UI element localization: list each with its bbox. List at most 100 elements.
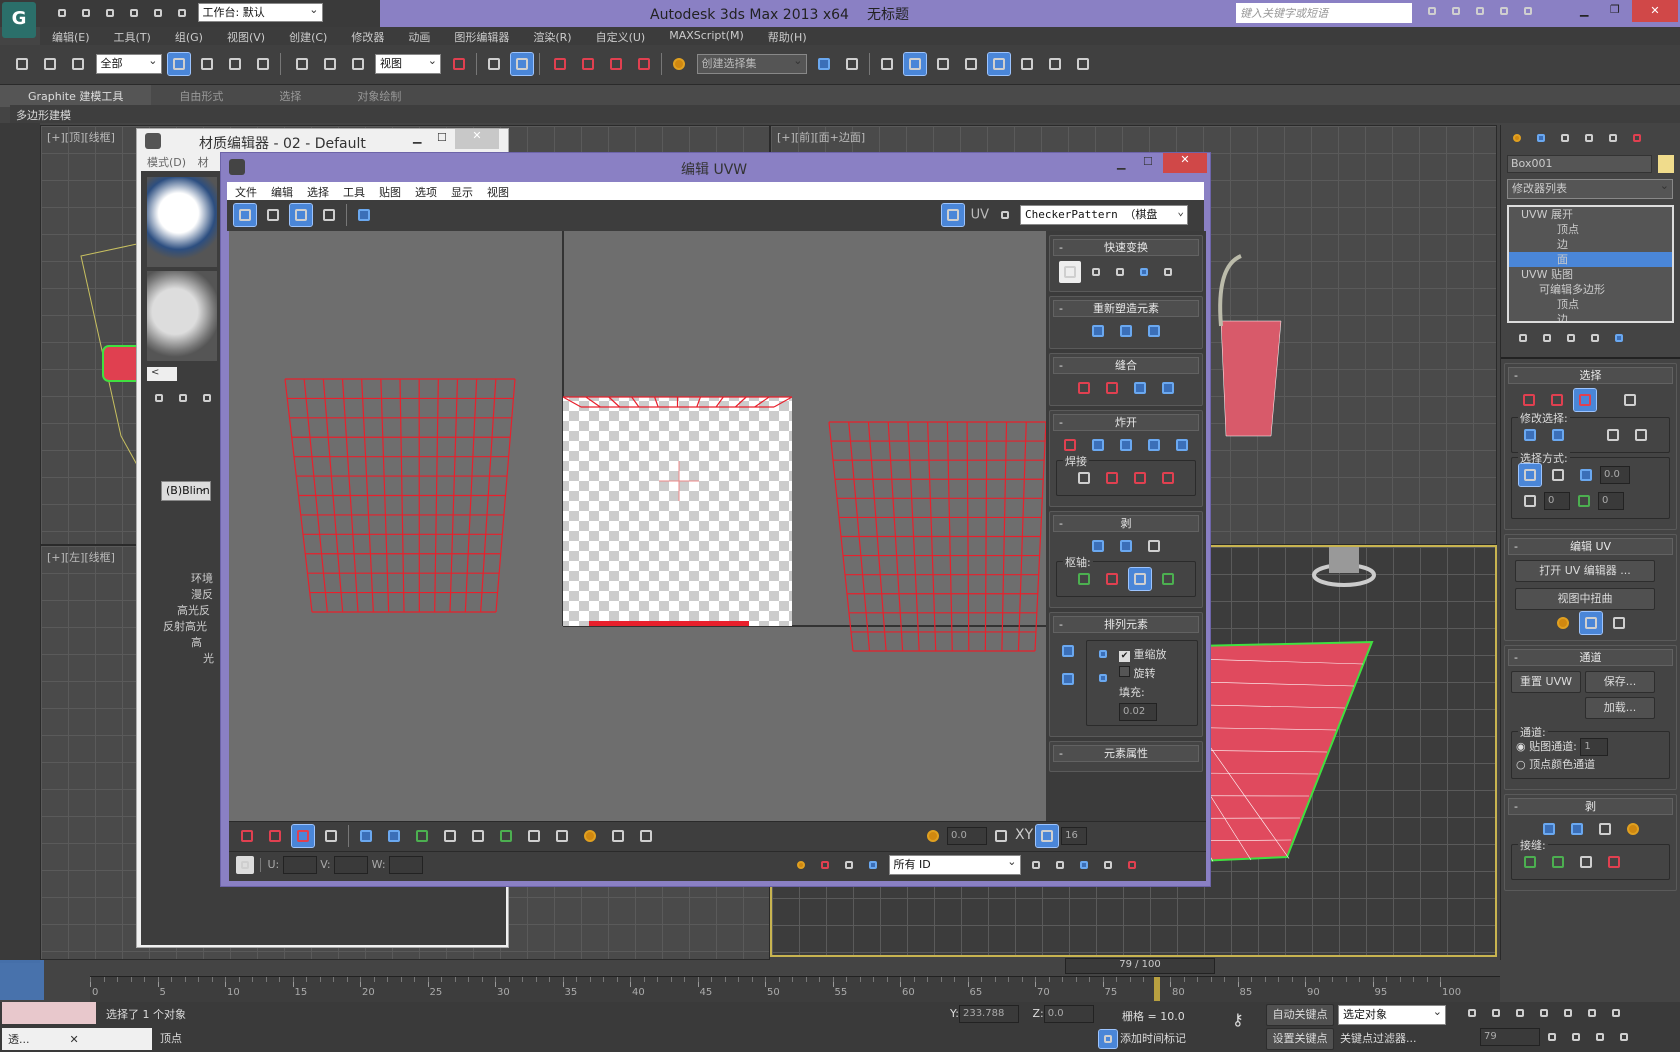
maximize-button[interactable]: ☐ bbox=[437, 131, 447, 144]
absolute-mode-icon[interactable] bbox=[236, 856, 254, 874]
hide-icon[interactable] bbox=[816, 856, 834, 874]
w-spinner[interactable] bbox=[389, 856, 424, 874]
add-time-tag[interactable]: 添加时间标记 bbox=[1120, 1032, 1186, 1045]
search-input[interactable]: 键入关键字或短语 bbox=[1236, 3, 1412, 23]
menu-item[interactable]: 工具(T) bbox=[102, 27, 163, 45]
point-to-point-seams-icon[interactable] bbox=[1547, 851, 1569, 873]
zoom-extents-icon[interactable] bbox=[1099, 856, 1117, 874]
select-object-icon[interactable] bbox=[167, 52, 191, 76]
peel-header[interactable]: 剥 bbox=[1508, 798, 1673, 815]
graphite-toggle-icon[interactable] bbox=[903, 52, 927, 76]
flatten-custom-icon[interactable] bbox=[1171, 434, 1193, 456]
vertex-color-radio[interactable]: ○ bbox=[1516, 758, 1526, 771]
show-end-result-icon[interactable] bbox=[1538, 329, 1556, 347]
edit-seams-icon[interactable] bbox=[1519, 851, 1541, 873]
save-button[interactable]: 保存... bbox=[1585, 671, 1655, 693]
pan-icon[interactable] bbox=[1027, 856, 1045, 874]
stitch-average-icon[interactable] bbox=[1101, 377, 1123, 399]
bulb-icon[interactable] bbox=[840, 856, 858, 874]
grow-loop-icon[interactable] bbox=[439, 825, 461, 847]
ribbon-tab[interactable]: 选择 bbox=[251, 85, 329, 107]
vertex-mode-icon[interactable] bbox=[236, 825, 258, 847]
straighten-icon[interactable] bbox=[1111, 263, 1129, 281]
menu-item[interactable]: 渲染(R) bbox=[521, 27, 583, 45]
uv-axis-label[interactable]: UV bbox=[971, 208, 989, 223]
circle-icon[interactable] bbox=[1143, 320, 1165, 342]
map-channel-radio[interactable]: ◉ bbox=[1516, 740, 1526, 753]
quick-transform-header[interactable]: 快速变换 bbox=[1053, 239, 1199, 256]
pivot-icon[interactable] bbox=[1059, 261, 1081, 283]
menu-mode[interactable]: 模式(D) bbox=[147, 156, 186, 169]
mirror-icon[interactable] bbox=[813, 53, 835, 75]
set-key-icon[interactable]: ⚷ bbox=[1232, 1010, 1244, 1029]
pack-normalize-icon[interactable] bbox=[1057, 640, 1079, 662]
planar-spinner[interactable]: 0 bbox=[1544, 492, 1570, 510]
pan-view-icon[interactable] bbox=[1591, 1028, 1609, 1046]
ref-coord-dropdown[interactable]: 视图 bbox=[375, 52, 441, 74]
uvw-menu-item[interactable]: 选择 bbox=[307, 184, 329, 199]
scale-icon[interactable] bbox=[289, 203, 313, 227]
flatten-by-angle-icon[interactable] bbox=[1087, 434, 1109, 456]
display-tab-icon[interactable] bbox=[1604, 129, 1622, 147]
layer-manager-icon[interactable] bbox=[876, 53, 898, 75]
rescale-checkbox[interactable]: ✔ bbox=[1119, 651, 1130, 662]
uv-shell-right[interactable] bbox=[828, 421, 1046, 652]
close-button[interactable]: ✕ bbox=[455, 129, 499, 149]
viewcube-icon[interactable] bbox=[1329, 547, 1359, 573]
configure-sets-icon[interactable] bbox=[1610, 329, 1628, 347]
element-mode-icon[interactable] bbox=[320, 825, 342, 847]
move-icon[interactable] bbox=[233, 203, 257, 227]
peel-mode-icon[interactable] bbox=[1115, 535, 1137, 557]
key-icon[interactable] bbox=[1447, 2, 1465, 20]
shader-dropdown[interactable]: (B)Blinn bbox=[161, 479, 211, 501]
texture-dropdown[interactable]: CheckerPattern （棋盘 bbox=[1020, 203, 1188, 225]
fov-icon[interactable] bbox=[1567, 1028, 1585, 1046]
workspace-dropdown[interactable]: 工作台: 默认 bbox=[197, 1, 323, 22]
uv-shell-bottom[interactable] bbox=[589, 621, 749, 626]
edit-uv-header[interactable]: 编辑 UV bbox=[1508, 538, 1673, 555]
stack-item[interactable]: 顶点 bbox=[1509, 297, 1672, 312]
close-button[interactable]: ✕ bbox=[1632, 0, 1678, 22]
stitch-custom-icon[interactable] bbox=[1157, 377, 1179, 399]
y-coordinate-field[interactable]: 233.788 bbox=[958, 1005, 1019, 1023]
channel-header[interactable]: 通道 bbox=[1508, 649, 1673, 666]
unpin-icon[interactable] bbox=[1101, 568, 1123, 590]
binoculars-icon[interactable] bbox=[1423, 2, 1441, 20]
menu-item[interactable]: 编辑(E) bbox=[40, 27, 102, 45]
uv-canvas[interactable] bbox=[229, 231, 1046, 821]
modifier-list-dropdown[interactable]: 修改器列表 bbox=[1507, 177, 1673, 199]
loop-icon[interactable] bbox=[1602, 424, 1624, 446]
align-vertical-icon[interactable] bbox=[1087, 263, 1105, 281]
new-file-icon[interactable] bbox=[53, 4, 71, 22]
key-filters-button[interactable]: 关键点过滤器... bbox=[1340, 1030, 1417, 1046]
stack-item[interactable]: 面 bbox=[1509, 252, 1672, 267]
next-frame-icon[interactable] bbox=[1535, 1004, 1553, 1022]
render-setup-icon[interactable] bbox=[1016, 53, 1038, 75]
flatten-by-material-icon[interactable] bbox=[1115, 434, 1137, 456]
show-map-icon[interactable] bbox=[941, 203, 966, 227]
soft-selection-spinner[interactable]: 0.0 bbox=[947, 827, 987, 845]
uv-editor-view[interactable] bbox=[229, 231, 1046, 821]
menu-material[interactable]: 材 bbox=[198, 156, 209, 169]
soft-selection-icon[interactable] bbox=[922, 825, 944, 847]
edge-mode-icon[interactable] bbox=[264, 825, 286, 847]
point-to-point-icon[interactable] bbox=[1547, 464, 1569, 486]
create-tab-icon[interactable] bbox=[1508, 129, 1526, 147]
prev-frame-icon[interactable] bbox=[1487, 1004, 1505, 1022]
peel-header[interactable]: 剥 bbox=[1053, 515, 1199, 532]
undo-icon[interactable] bbox=[125, 4, 143, 22]
weld-all-icon[interactable] bbox=[1157, 467, 1179, 489]
edge-sel-to-seams-icon[interactable] bbox=[1575, 851, 1597, 873]
arrange-header[interactable]: 排列元素 bbox=[1053, 616, 1199, 633]
grow-icon[interactable] bbox=[1519, 424, 1541, 446]
stack-item[interactable]: UVW 贴图 bbox=[1509, 267, 1672, 282]
stack-item[interactable]: 顶点 bbox=[1509, 222, 1672, 237]
shrink-brush-icon[interactable] bbox=[635, 825, 657, 847]
time-tag-icon[interactable] bbox=[1098, 1029, 1118, 1049]
restore-button[interactable]: ❐ bbox=[1610, 3, 1620, 16]
polygon-mode-icon[interactable] bbox=[291, 824, 315, 848]
star-icon[interactable] bbox=[1495, 2, 1513, 20]
zoom-icon[interactable] bbox=[1583, 1004, 1601, 1022]
peel-mode-icon[interactable] bbox=[1566, 818, 1588, 840]
zoom-icon[interactable] bbox=[1051, 856, 1069, 874]
